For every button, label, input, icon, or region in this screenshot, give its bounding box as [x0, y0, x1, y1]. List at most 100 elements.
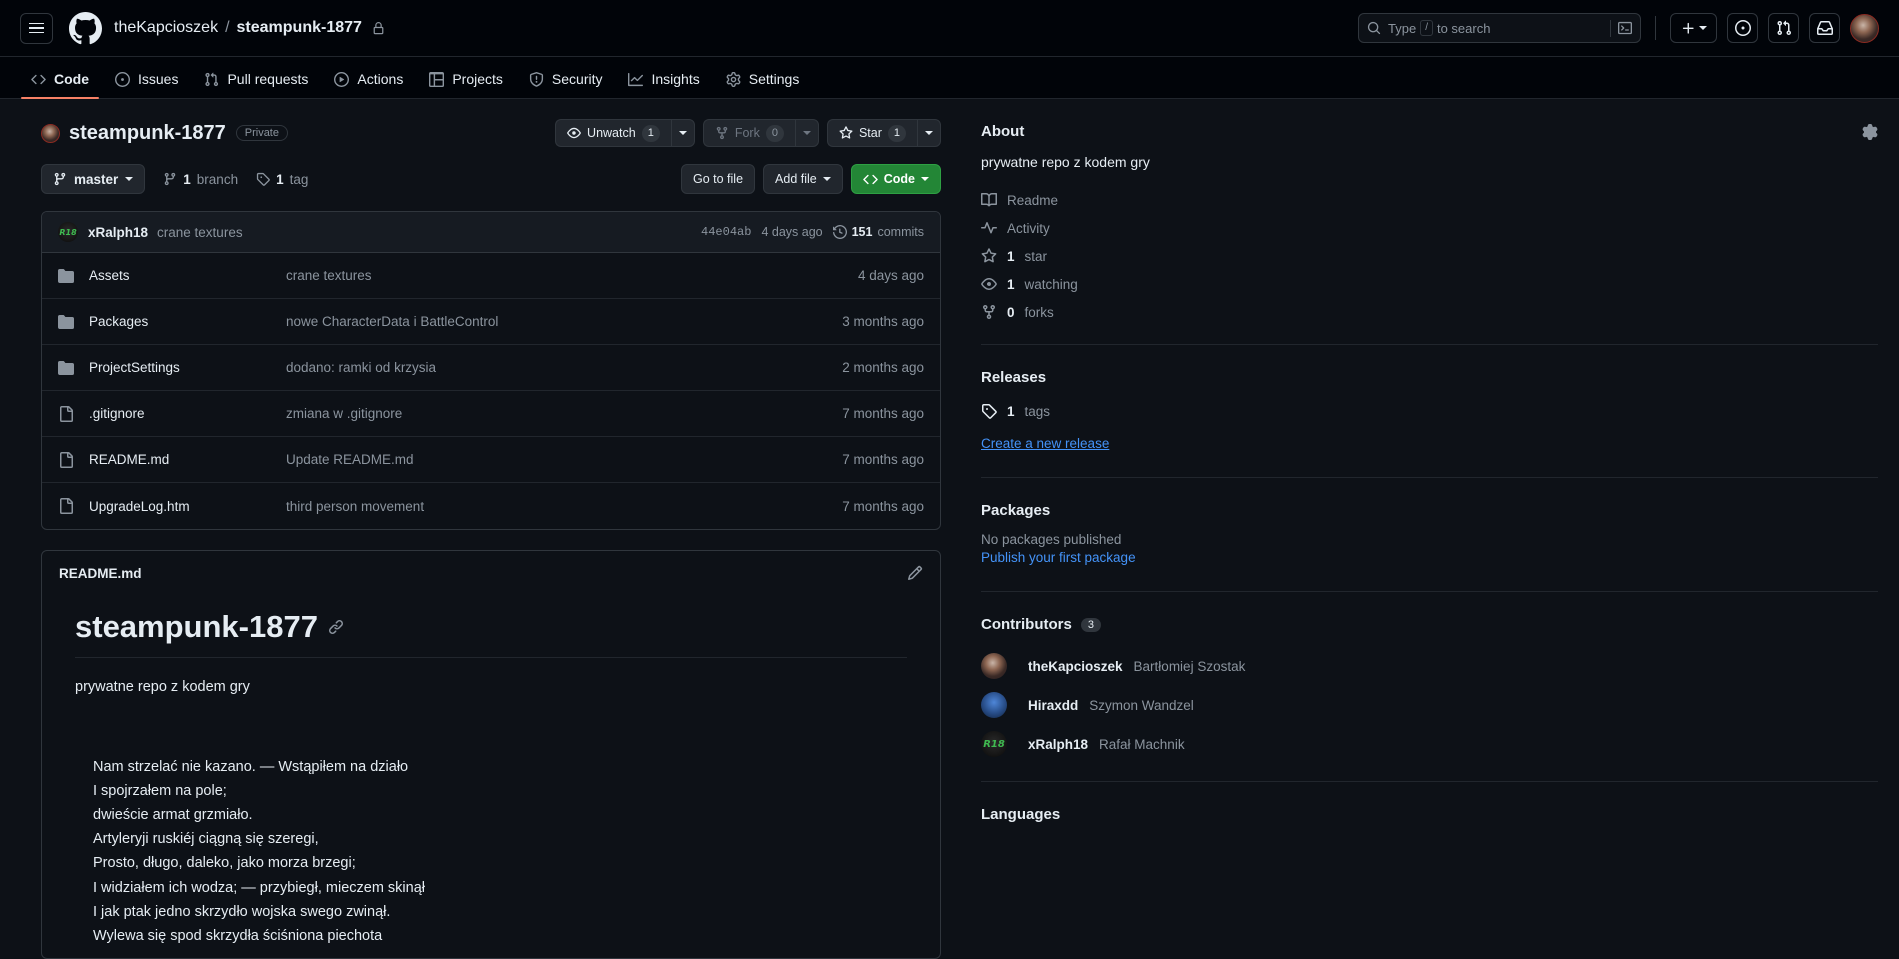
tab-projects[interactable]: Projects — [419, 71, 513, 98]
readme-heading: steampunk-1877 — [75, 609, 907, 658]
poem-line: dwieście armat grzmiało. — [93, 807, 253, 824]
tab-settings[interactable]: Settings — [716, 71, 810, 98]
file-list-container: R18 xRalph18 crane textures 44e04ab 4 da… — [41, 211, 941, 530]
tab-security-label: Security — [551, 71, 603, 87]
branch-selector[interactable]: master — [41, 164, 146, 194]
readme-container: README.md steampunk-1877 prywatne repo z… — [41, 550, 941, 959]
file-commit-message[interactable]: third person movement — [286, 499, 842, 514]
tab-insights-label: Insights — [651, 71, 700, 87]
star-dropdown-button[interactable] — [917, 119, 941, 147]
eye-icon — [567, 126, 581, 140]
link-icon[interactable] — [328, 619, 344, 635]
languages-title-text: Languages — [981, 806, 1061, 823]
contributors-title-text: Contributors — [981, 616, 1072, 633]
commit-message[interactable]: crane textures — [157, 225, 243, 240]
tab-security[interactable]: Security — [519, 71, 613, 98]
search-input[interactable]: Type / to search — [1358, 13, 1641, 43]
edit-pencil-icon[interactable] — [907, 565, 923, 581]
issues-button[interactable] — [1727, 13, 1758, 43]
create-new-button[interactable] — [1670, 13, 1717, 43]
go-to-file-button[interactable]: Go to file — [681, 164, 756, 194]
file-name: ProjectSettings — [89, 360, 180, 375]
latest-commit-bar: R18 xRalph18 crane textures 44e04ab 4 da… — [42, 212, 940, 253]
avatar[interactable] — [981, 692, 1007, 718]
stars-link[interactable]: 1 star — [981, 248, 1878, 264]
header-divider — [1655, 16, 1656, 40]
file-name-cell[interactable]: ProjectSettings — [58, 360, 286, 376]
table-row[interactable]: Assets crane textures 4 days ago — [42, 253, 940, 299]
file-name-cell[interactable]: .gitignore — [58, 405, 286, 422]
table-row[interactable]: UpgradeLog.htm third person movement 7 m… — [42, 483, 940, 529]
watch-dropdown-button[interactable] — [670, 119, 695, 147]
notifications-inbox-button[interactable] — [1809, 13, 1840, 43]
file-name-cell[interactable]: UpgradeLog.htm — [58, 498, 286, 514]
watchers-link[interactable]: 1 watching — [981, 276, 1878, 292]
chevron-down-icon — [921, 177, 929, 181]
file-commit-message[interactable]: nowe CharacterData i BattleControl — [286, 314, 842, 329]
commit-author[interactable]: xRalph18 — [88, 225, 148, 240]
file-name-cell[interactable]: README.md — [58, 451, 286, 468]
global-header: theKapcioszek / steampunk-1877 Type / to… — [0, 0, 1899, 57]
fork-dropdown-button[interactable] — [794, 119, 819, 147]
tab-actions[interactable]: Actions — [324, 71, 413, 98]
star-button[interactable]: Star 1 — [826, 119, 917, 147]
table-row[interactable]: Packages nowe CharacterData i BattleCont… — [42, 299, 940, 345]
packages-empty-text: No packages published — [981, 532, 1122, 547]
branches-link[interactable]: 1 branch — [163, 172, 238, 187]
list-item[interactable]: R18 xRalph18 Rafał Machnik — [981, 731, 1878, 757]
breadcrumb-repo[interactable]: steampunk-1877 — [237, 19, 362, 37]
owner-avatar[interactable] — [41, 123, 60, 143]
file-commit-message[interactable]: zmiana w .gitignore — [286, 406, 842, 421]
star-label: Star — [858, 126, 882, 140]
tab-pull-requests[interactable]: Pull requests — [194, 71, 318, 98]
table-row[interactable]: README.md Update README.md 7 months ago — [42, 437, 940, 483]
releases-tags-link[interactable]: 1 tags — [981, 403, 1878, 419]
publish-package-link[interactable]: Publish your first package — [981, 550, 1136, 565]
table-row[interactable]: .gitignore zmiana w .gitignore 7 months … — [42, 391, 940, 437]
forks-link[interactable]: 0 forks — [981, 304, 1878, 320]
terminal-icon[interactable] — [1618, 21, 1632, 35]
contributors-section-title: Contributors 3 — [981, 616, 1878, 633]
table-row[interactable]: ProjectSettings dodano: ramki od krzysia… — [42, 345, 940, 391]
user-avatar[interactable] — [1850, 13, 1879, 43]
tag-icon — [256, 172, 270, 186]
file-commit-message[interactable]: crane textures — [286, 268, 858, 283]
commit-age: 4 days ago — [761, 225, 823, 239]
github-logo-icon[interactable] — [69, 11, 102, 45]
gear-icon[interactable] — [1862, 123, 1878, 140]
unwatch-label: Unwatch — [587, 126, 636, 140]
avatar[interactable] — [981, 653, 1007, 679]
contributor-realname: Szymon Wandzel — [1089, 697, 1194, 713]
git-branch-icon — [53, 172, 67, 186]
file-name-cell[interactable]: Packages — [58, 314, 286, 330]
file-name-cell[interactable]: Assets — [58, 268, 286, 284]
activity-link[interactable]: Activity — [981, 220, 1878, 236]
divider — [981, 781, 1878, 782]
fork-button[interactable]: Fork 0 — [702, 119, 795, 147]
commit-meta: 44e04ab 4 days ago 151 commits — [701, 225, 924, 239]
breadcrumb-owner[interactable]: theKapcioszek — [114, 19, 218, 37]
file-commit-message[interactable]: dodano: ramki od krzysia — [286, 360, 842, 375]
commits-link[interactable]: 151 commits — [832, 225, 924, 239]
add-file-button[interactable]: Add file — [763, 164, 843, 194]
list-item[interactable]: theKapcioszek Bartłomiej Szostak — [981, 653, 1878, 679]
list-item[interactable]: Hiraxdd Szymon Wandzel — [981, 692, 1878, 718]
header-actions: Type / to search — [1358, 13, 1879, 43]
page-title[interactable]: steampunk-1877 — [69, 122, 226, 145]
file-commit-message[interactable]: Update README.md — [286, 452, 842, 467]
tab-insights[interactable]: Insights — [618, 71, 709, 98]
unwatch-button[interactable]: Unwatch 1 — [555, 119, 671, 147]
readme-link[interactable]: Readme — [981, 192, 1878, 208]
tab-code[interactable]: Code — [21, 71, 99, 99]
readme-filename[interactable]: README.md — [59, 566, 142, 581]
hamburger-menu-icon[interactable] — [20, 12, 53, 44]
tab-issues[interactable]: Issues — [105, 71, 188, 98]
tags-link[interactable]: 1 tag — [256, 172, 308, 187]
code-button[interactable]: Code — [850, 164, 941, 194]
commit-author-avatar[interactable]: R18 — [58, 222, 78, 242]
commit-hash[interactable]: 44e04ab — [701, 225, 751, 239]
avatar[interactable]: R18 — [981, 731, 1007, 757]
pull-requests-button[interactable] — [1768, 13, 1799, 43]
commits-count: 151 — [851, 225, 873, 239]
create-release-link[interactable]: Create a new release — [981, 436, 1109, 451]
